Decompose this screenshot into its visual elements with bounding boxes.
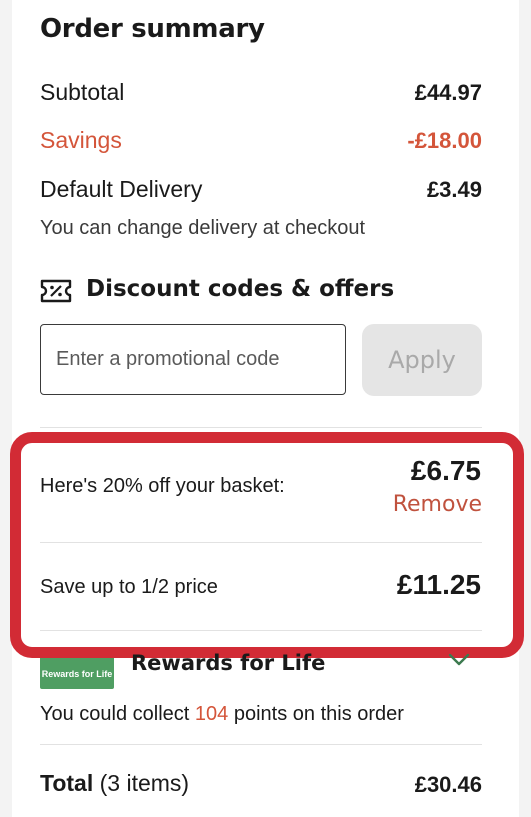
page-title: Order summary (40, 14, 265, 44)
apply-button[interactable]: Apply (362, 324, 482, 396)
points-value: 104 (194, 703, 229, 725)
promo-code-input[interactable] (40, 324, 346, 395)
delivery-label: Default Delivery (40, 176, 203, 202)
divider (40, 630, 482, 631)
delivery-note: You can change delivery at checkout (40, 217, 366, 239)
points-suffix: points on this order (228, 703, 404, 725)
subtotal-value: £44.97 (414, 80, 482, 105)
divider (40, 427, 482, 428)
order-summary-card (12, 0, 519, 817)
divider (40, 744, 482, 745)
offer-label-half-price: Save up to 1/2 price (40, 576, 218, 598)
offer-value-basket: £6.75 (410, 455, 481, 486)
savings-label: Savings (40, 127, 122, 153)
total-label: Total (3 items) (40, 770, 189, 797)
offer-value-half-price: £11.25 (396, 569, 481, 600)
chevron-down-icon[interactable] (448, 652, 470, 668)
discount-ticket-icon (40, 279, 72, 303)
total-label-text: Total (40, 770, 94, 796)
discount-section-title: Discount codes & offers (86, 276, 395, 302)
divider (40, 542, 482, 543)
remove-offer-link[interactable]: Remove (393, 492, 482, 517)
rewards-title[interactable]: Rewards for Life (131, 651, 325, 675)
offer-label-basket: Here's 20% off your basket: (40, 475, 285, 497)
total-items-count: (3 items) (99, 770, 190, 796)
savings-value: -£18.00 (407, 128, 482, 153)
total-value: £30.46 (414, 772, 482, 797)
rewards-logo: Rewards for Life (40, 658, 114, 689)
rewards-points-text: You could collect 104 points on this ord… (40, 703, 404, 726)
subtotal-label: Subtotal (40, 79, 125, 105)
delivery-value: £3.49 (426, 177, 482, 202)
points-prefix: You could collect (40, 703, 195, 725)
